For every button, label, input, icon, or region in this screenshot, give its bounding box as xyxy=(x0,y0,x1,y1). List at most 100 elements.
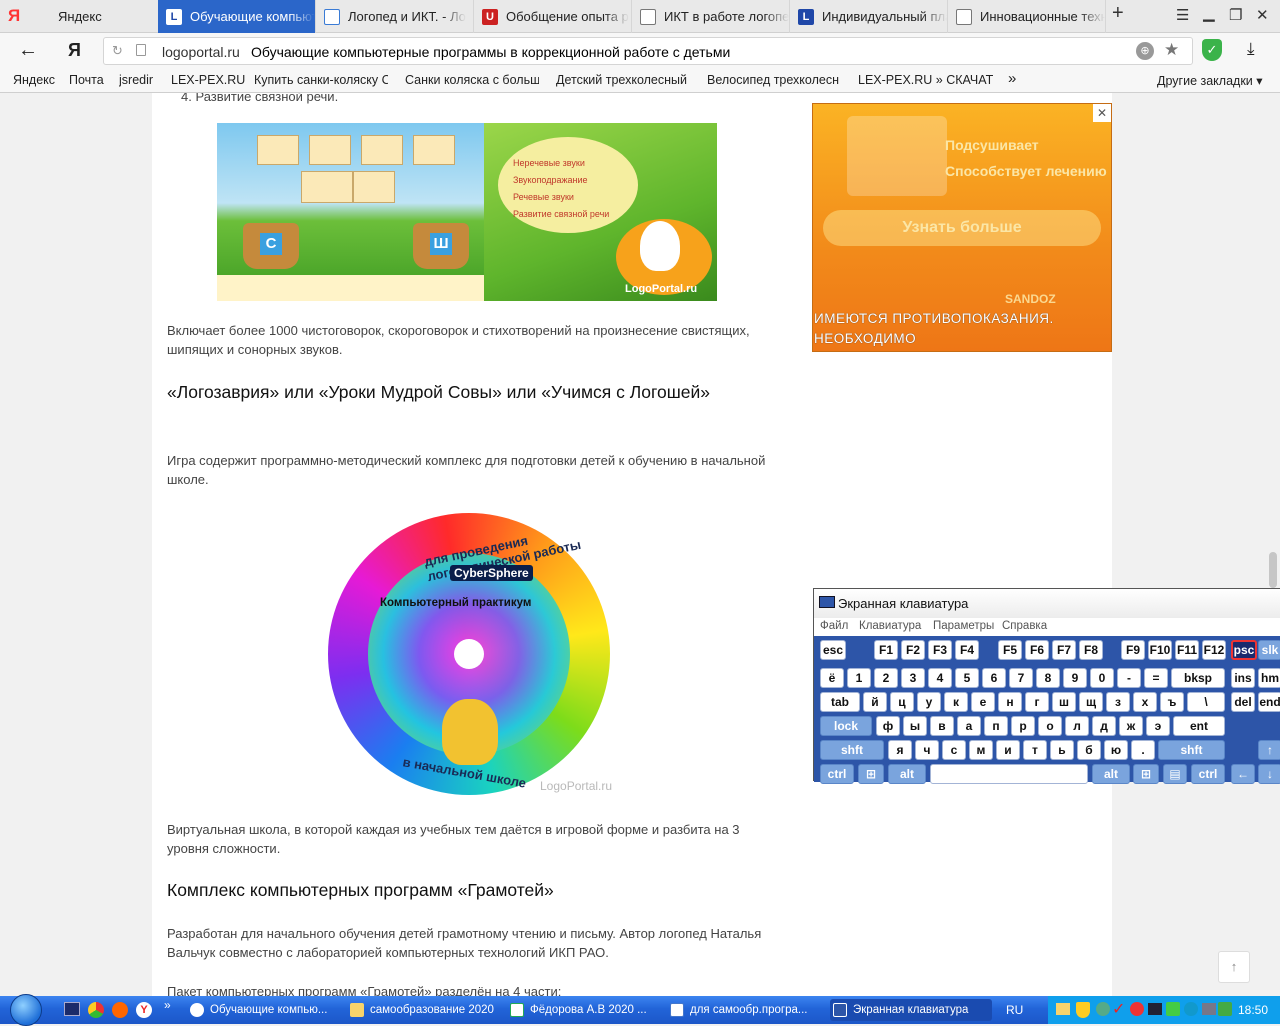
taskbar-item-document[interactable]: для самообр.програ... xyxy=(670,999,822,1021)
shield-tray-icon[interactable] xyxy=(1076,1002,1090,1018)
opera-tray-icon[interactable] xyxy=(1130,1002,1144,1016)
translate-icon[interactable]: ⊕ xyxy=(1136,42,1154,60)
other-bookmarks[interactable]: Другие закладки ▾ xyxy=(1157,73,1263,88)
key[interactable]: т xyxy=(1023,740,1047,760)
key[interactable]: 3 xyxy=(901,668,925,688)
osk-menu-item[interactable]: Справка xyxy=(1002,620,1047,632)
yandex-button-icon[interactable]: Я xyxy=(68,40,81,61)
scroll-to-top-icon[interactable]: ↑ xyxy=(1218,951,1250,983)
osk-menu-item[interactable]: Файл xyxy=(820,620,848,632)
nvidia-tray-icon[interactable] xyxy=(1166,1002,1180,1016)
key[interactable]: г xyxy=(1025,692,1049,712)
bookmark-item[interactable]: LEX-PEX.RU » СКАЧАТЬ xyxy=(858,73,994,87)
key-bksp[interactable]: bksp xyxy=(1171,668,1225,688)
key-f5[interactable]: F5 xyxy=(998,640,1022,660)
antivirus-tray-icon[interactable]: ✓ xyxy=(1112,999,1125,1019)
key-f3[interactable]: F3 xyxy=(928,640,952,660)
key[interactable]: 2 xyxy=(874,668,898,688)
key[interactable]: 0 xyxy=(1090,668,1114,688)
key[interactable]: ф xyxy=(876,716,900,736)
key-f2[interactable]: F2 xyxy=(901,640,925,660)
start-button-icon[interactable] xyxy=(10,994,42,1026)
scrollbar[interactable] xyxy=(1266,93,1280,996)
key-f1[interactable]: F1 xyxy=(874,640,898,660)
key[interactable]: \ xyxy=(1187,692,1225,712)
key-del[interactable]: del xyxy=(1231,692,1255,712)
key-psc[interactable]: psc xyxy=(1231,640,1257,660)
key[interactable]: 5 xyxy=(955,668,979,688)
key-ctrl-right[interactable]: ctrl xyxy=(1191,764,1225,784)
language-indicator[interactable]: RU xyxy=(1006,1003,1023,1017)
key-f9[interactable]: F9 xyxy=(1121,640,1145,660)
taskbar-item-word[interactable]: Фёдорова А.В 2020 ... xyxy=(510,999,662,1021)
key[interactable]: 7 xyxy=(1009,668,1033,688)
folder-tray-icon[interactable] xyxy=(1056,1003,1070,1015)
clock[interactable]: 18:50 xyxy=(1238,1003,1268,1017)
osk-menu-item[interactable]: Клавиатура xyxy=(859,620,921,632)
key-end[interactable]: end xyxy=(1258,692,1280,712)
key[interactable]: р xyxy=(1011,716,1035,736)
key[interactable]: л xyxy=(1065,716,1089,736)
bookmark-item[interactable]: Яндекс xyxy=(13,73,55,87)
skype-tray-icon[interactable] xyxy=(1184,1002,1198,1016)
chrome-icon[interactable] xyxy=(88,1002,104,1018)
key[interactable]: у xyxy=(917,692,941,712)
key[interactable]: м xyxy=(969,740,993,760)
key[interactable]: о xyxy=(1038,716,1062,736)
key[interactable]: 9 xyxy=(1063,668,1087,688)
ad-learn-more-button[interactable]: Узнать больше xyxy=(823,210,1101,246)
key-f4[interactable]: F4 xyxy=(955,640,979,660)
bookmark-star-icon[interactable]: ★ xyxy=(1164,40,1179,60)
tab-obobshchenie[interactable]: U Обобщение опыта р xyxy=(474,0,632,33)
close-icon[interactable]: ✕ xyxy=(1256,6,1269,24)
key-ctrl-left[interactable]: ctrl xyxy=(820,764,854,784)
key[interactable]: щ xyxy=(1079,692,1103,712)
key-tab[interactable]: tab xyxy=(820,692,860,712)
key[interactable]: е xyxy=(971,692,995,712)
tab-logoped-ikt[interactable]: Логопед и ИКТ. - Ло xyxy=(316,0,474,33)
bookmark-item[interactable]: jsredir xyxy=(119,73,153,87)
key[interactable]: ё xyxy=(820,668,844,688)
ad-close-icon[interactable]: ✕ xyxy=(1093,104,1111,122)
bookmark-item[interactable]: Детский трехколесный xyxy=(556,73,690,87)
taskbar-item-osk[interactable]: Экранная клавиатура xyxy=(830,999,992,1021)
key[interactable]: и xyxy=(996,740,1020,760)
on-screen-keyboard-window[interactable]: Экранная клавиатура Файл Клавиатура Пара… xyxy=(813,588,1280,784)
key-home[interactable]: hm xyxy=(1258,668,1280,688)
osk-title-bar[interactable]: Экранная клавиатура xyxy=(814,589,1280,618)
tab-yandex[interactable]: Яндекс xyxy=(28,0,158,33)
key-shift-left[interactable]: shft xyxy=(820,740,884,760)
yandex-logo-icon[interactable]: Я xyxy=(8,6,20,26)
key[interactable]: б xyxy=(1077,740,1101,760)
downloads-icon[interactable]: ⤓ xyxy=(1247,39,1255,59)
bookmark-item[interactable]: Велосипед трехколесн xyxy=(707,73,841,87)
key-space[interactable] xyxy=(930,764,1088,784)
key-enter[interactable]: ent xyxy=(1173,716,1225,736)
taskbar-item-browser[interactable]: Обучающие компью... xyxy=(190,999,340,1021)
monitor-tray-icon[interactable] xyxy=(1148,1003,1162,1015)
key[interactable]: э xyxy=(1146,716,1170,736)
key-shift-right[interactable]: shft xyxy=(1158,740,1225,760)
back-icon[interactable]: ← xyxy=(18,39,38,62)
key[interactable]: 6 xyxy=(982,668,1006,688)
url-field[interactable]: ↻ logoportal.ru Обучающие компьютерные п… xyxy=(103,37,1193,65)
key[interactable]: . xyxy=(1131,740,1155,760)
protect-shield-icon[interactable]: ✓ xyxy=(1202,39,1222,61)
bookmarks-more-icon[interactable]: » xyxy=(1008,70,1016,87)
key[interactable]: ь xyxy=(1050,740,1074,760)
yandex-browser-icon[interactable]: Y xyxy=(136,1002,152,1018)
key-caps-lock[interactable]: lock xyxy=(820,716,872,736)
menu-key-icon[interactable]: ▤ xyxy=(1163,764,1187,784)
key-arrow-up[interactable]: ↑ xyxy=(1258,740,1280,760)
key-f7[interactable]: F7 xyxy=(1052,640,1076,660)
key[interactable]: а xyxy=(957,716,981,736)
key[interactable]: н xyxy=(998,692,1022,712)
scrollbar-thumb[interactable] xyxy=(1269,552,1277,588)
restore-icon[interactable]: ❐ xyxy=(1229,6,1242,24)
taskbar-item-folder[interactable]: самообразование 2020 xyxy=(350,999,502,1021)
key-f6[interactable]: F6 xyxy=(1025,640,1049,660)
key[interactable]: 4 xyxy=(928,668,952,688)
osk-menu-item[interactable]: Параметры xyxy=(933,620,994,632)
tab-innovacionnye[interactable]: Инновационные техн xyxy=(948,0,1106,33)
tab-ikt-rabote[interactable]: ИКТ в работе логопе xyxy=(632,0,790,33)
